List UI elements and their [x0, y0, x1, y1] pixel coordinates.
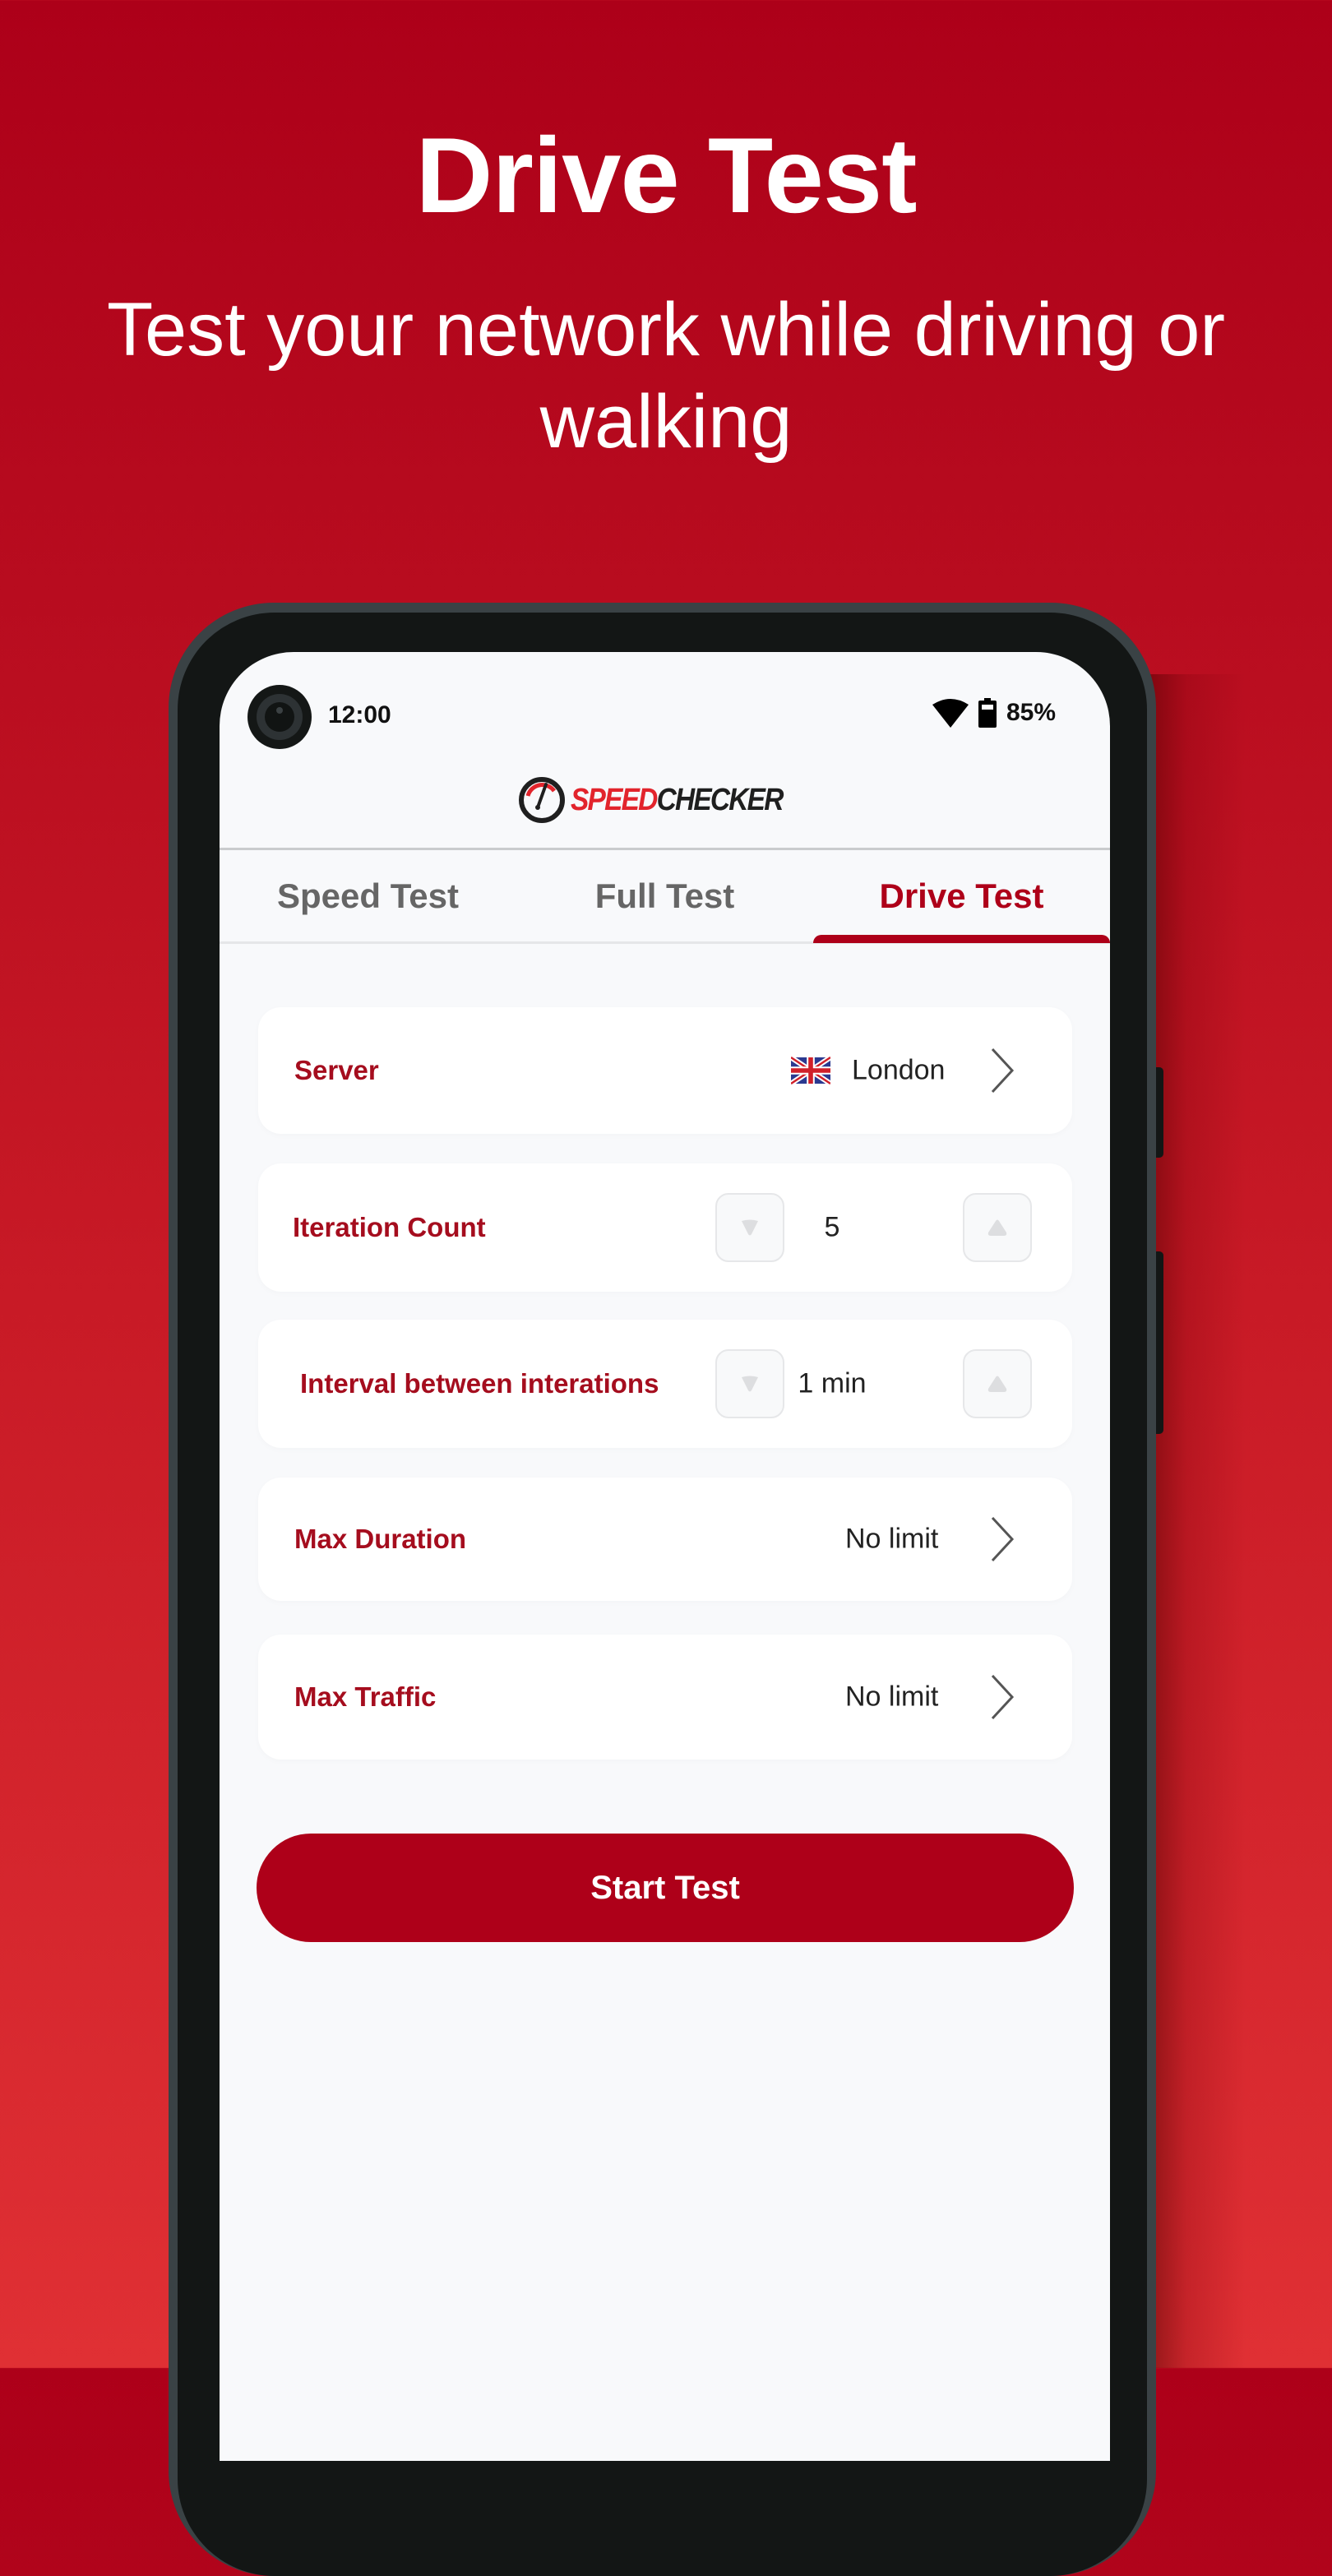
max-traffic-row[interactable]: Max Traffic No limit: [258, 1635, 1072, 1760]
interval-row: Interval between interations 1 min: [258, 1320, 1072, 1448]
start-test-button[interactable]: Start Test: [257, 1834, 1074, 1942]
iteration-count-value: 5: [824, 1211, 840, 1243]
tab-drive-test[interactable]: Drive Test: [813, 850, 1110, 942]
max-duration-row[interactable]: Max Duration No limit: [258, 1478, 1072, 1601]
triangle-up-icon: [987, 1376, 1007, 1392]
logo-wordmark: SPEEDCHECKER: [571, 782, 784, 817]
hero-subtitle: Test your network while driving or walki…: [106, 288, 1226, 464]
triangle-up-icon: [987, 1219, 1007, 1236]
uk-flag-icon: [791, 1057, 830, 1085]
phone-shadow: [1147, 674, 1246, 2368]
camera-cutout-icon: [247, 685, 312, 749]
active-tab-indicator: [813, 935, 1110, 943]
chevron-right-icon: [991, 1048, 1015, 1094]
wifi-icon: [932, 699, 969, 728]
hero-title: Drive Test: [415, 115, 918, 235]
status-bar: 12:00 85%: [220, 652, 1110, 775]
interval-label: Interval between interations: [300, 1368, 659, 1399]
tab-full-test[interactable]: Full Test: [516, 850, 813, 942]
server-label: Server: [294, 1055, 379, 1085]
speedchecker-logo: SPEEDCHECKER: [220, 775, 1110, 825]
interval-increment-button[interactable]: [963, 1349, 1032, 1418]
iteration-increment-button[interactable]: [963, 1193, 1032, 1262]
battery-percent: 85%: [1006, 699, 1056, 726]
battery-icon: [978, 698, 997, 728]
chevron-right-icon: [991, 1516, 1015, 1562]
server-value: London: [852, 1054, 946, 1086]
iteration-count-row: Iteration Count 5: [258, 1163, 1072, 1292]
tab-bar: Speed Test Full Test Drive Test: [220, 850, 1110, 942]
interval-value: 1 min: [798, 1367, 867, 1399]
chevron-right-icon: [991, 1674, 1015, 1720]
volume-button: [1156, 1251, 1163, 1434]
iteration-count-label: Iteration Count: [293, 1212, 486, 1242]
max-traffic-label: Max Traffic: [294, 1681, 437, 1712]
power-button: [1156, 1067, 1163, 1158]
tab-speed-test[interactable]: Speed Test: [220, 850, 516, 942]
max-duration-value: No limit: [845, 1523, 939, 1555]
speedometer-icon: [519, 777, 566, 823]
status-icons: 85%: [932, 698, 1056, 728]
max-traffic-value: No limit: [845, 1681, 939, 1713]
status-time: 12:00: [328, 701, 391, 728]
server-row[interactable]: Server London: [258, 1007, 1072, 1134]
phone-screen: 12:00 85% SPEEDCHECKER Speed Test Full T…: [220, 652, 1110, 2461]
max-duration-label: Max Duration: [294, 1524, 467, 1554]
